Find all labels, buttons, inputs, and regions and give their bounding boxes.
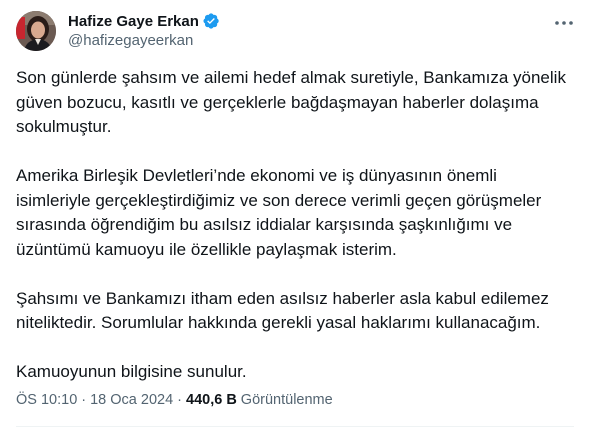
more-dots-icon[interactable]: [552, 14, 576, 32]
verified-badge-icon: [202, 12, 220, 30]
post-paragraph: Amerika Birleşik Devletleri’nde ekonomi …: [16, 166, 542, 259]
post-paragraph: Şahsımı ve Bankamızı itham eden asılsız …: [16, 288, 549, 333]
post-meta: ÖS 10:10 · 18 Oca 2024 · 440,6 B Görüntü…: [16, 392, 333, 408]
avatar-image: [16, 11, 56, 51]
meta-separator: ·: [81, 392, 87, 408]
post-date[interactable]: 18 Oca 2024: [90, 392, 173, 408]
tweet-card: Hafize Gaye Erkan @hafizegayeerkan Son g…: [0, 0, 590, 434]
avatar[interactable]: [16, 11, 56, 51]
author-name-row: Hafize Gaye Erkan: [68, 12, 220, 30]
views-label: Görüntülenme: [240, 392, 333, 408]
post-paragraph: Son günlerde şahsım ve ailemi hedef alma…: [16, 68, 566, 136]
post-time[interactable]: ÖS 10:10: [16, 392, 77, 408]
post-text: Son günlerde şahsım ve ailemi hedef alma…: [16, 66, 576, 385]
divider: [16, 426, 574, 427]
post-paragraph: Kamuoyunun bilgisine sunulur.: [16, 362, 247, 381]
views-count[interactable]: 440,6 B: [186, 392, 237, 408]
meta-separator: ·: [177, 392, 182, 408]
author-handle[interactable]: @hafizegayeerkan: [68, 32, 193, 49]
author-display-name[interactable]: Hafize Gaye Erkan: [68, 13, 199, 30]
